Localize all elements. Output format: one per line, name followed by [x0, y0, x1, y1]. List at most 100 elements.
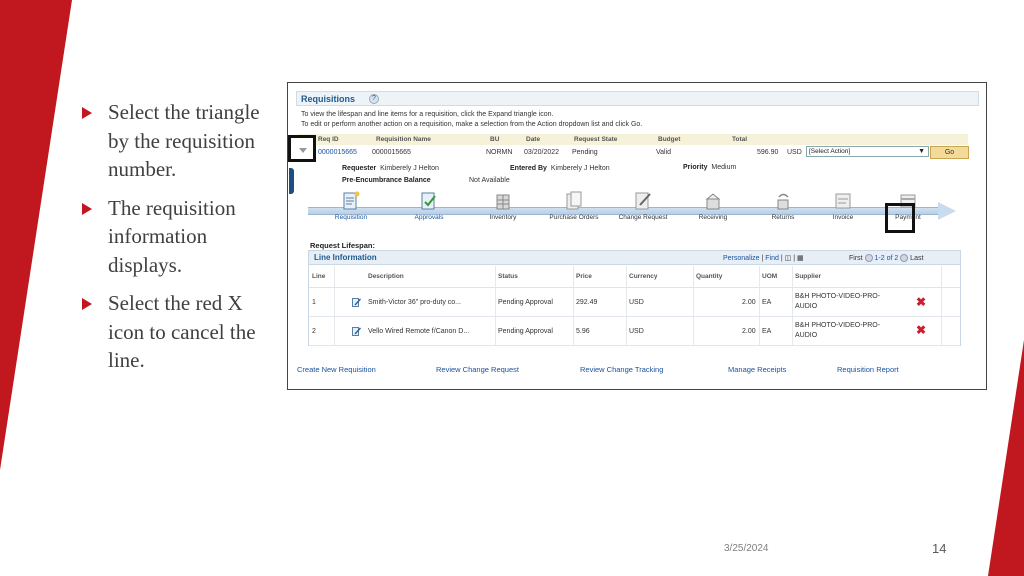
req-budget: Valid	[656, 149, 672, 156]
line-uom: EA	[762, 328, 772, 335]
col-header-name: Requisition Name	[376, 136, 431, 143]
review-change-request-link[interactable]: Review Change Request	[436, 365, 519, 374]
prev-page-icon[interactable]	[864, 254, 873, 262]
purchase-orders-icon	[566, 191, 582, 210]
entered-by-value: Kimberely J Helton	[550, 165, 610, 172]
stage-label: Change Request	[618, 214, 668, 221]
page-title: Requisitions	[301, 94, 356, 104]
bullet-item: The requisition information displays.	[80, 194, 280, 280]
bullet-arrow-icon	[82, 202, 92, 215]
req-name: 0000015665	[372, 149, 411, 156]
approvals-icon	[421, 192, 436, 210]
line-number: 1	[312, 299, 316, 306]
action-dropdown[interactable]: [Select Action] ▼	[806, 146, 929, 157]
line-number: 2	[312, 328, 316, 335]
view-all-icon[interactable]: ◫	[785, 255, 792, 262]
grid-pager: First 1-2 of 2 Last	[849, 254, 923, 262]
stage-label: Returns	[771, 214, 795, 221]
slide: Select the triangle by the requisition n…	[0, 0, 1024, 576]
priority-label: Priority	[683, 164, 708, 171]
help-icon[interactable]: ?	[369, 94, 379, 104]
grid-toolbar: Personalize | Find | ◫ | ▦	[723, 255, 804, 262]
line-status: Pending Approval	[498, 328, 553, 335]
stage-change-request: Change Request	[613, 191, 673, 222]
stage-requisition[interactable]: Requisition	[321, 191, 381, 222]
expand-triangle-highlight[interactable]	[288, 135, 316, 162]
side-collapse-tab[interactable]	[289, 168, 294, 194]
line-description-link[interactable]: Vello Wired Remote f/Canon D...	[368, 328, 469, 335]
cancel-line-highlight	[885, 203, 915, 233]
stage-invoice: Invoice	[813, 191, 873, 222]
create-new-requisition-link[interactable]: Create New Requisition	[297, 365, 376, 374]
line-currency: USD	[629, 299, 644, 306]
change-request-icon	[635, 192, 651, 210]
req-currency: USD	[787, 149, 802, 156]
bullet-item: Select the triangle by the requisition n…	[80, 98, 280, 184]
line-information-grid: Line Information Personalize | Find | ◫ …	[308, 250, 961, 346]
line-quantity: 2.00	[742, 299, 756, 306]
col-header-price: Price	[576, 273, 592, 280]
stage-receiving: Receiving	[683, 191, 743, 222]
table-row: 1 Smith-Victor 36" pro-duty co... Pendin…	[309, 288, 960, 317]
edit-line-icon[interactable]	[352, 298, 361, 307]
page-number: 14	[932, 541, 947, 556]
stage-returns: Returns	[753, 191, 813, 222]
requisition-icon	[343, 191, 360, 210]
bullet-text: Select the triangle by the requisition n…	[108, 100, 260, 181]
inventory-icon	[496, 194, 510, 210]
stage-label: Requisition	[334, 214, 368, 221]
cancel-line-icon[interactable]: ✖	[916, 324, 926, 336]
page-title-bar: Requisitions ?	[296, 91, 979, 106]
col-header-total: Total	[732, 136, 748, 143]
invoice-icon	[835, 193, 851, 209]
bullet-text: Select the red X icon to cancel the line…	[108, 291, 256, 372]
line-supplier: B&H PHOTO-VIDEO-PRO-	[795, 322, 881, 329]
lifespan-arrow-head	[938, 202, 956, 220]
table-row: 2 Vello Wired Remote f/Canon D... Pendin…	[309, 317, 960, 346]
line-quantity: 2.00	[742, 328, 756, 335]
requisition-header-row: Req ID Requisition Name BU Date Request …	[298, 134, 968, 145]
col-header-status: Status	[498, 273, 518, 280]
bullet-text: The requisition information displays.	[108, 195, 236, 277]
left-red-stripe	[0, 0, 72, 470]
download-icon[interactable]: ▦	[797, 255, 804, 262]
personalize-link[interactable]: Personalize	[723, 255, 760, 262]
req-state: Pending	[572, 149, 598, 156]
req-bu: NORMN	[486, 149, 513, 156]
expand-triangle-icon[interactable]	[299, 148, 307, 153]
bullet-arrow-icon	[82, 107, 92, 119]
action-dropdown-value: [Select Action]	[809, 148, 851, 155]
line-currency: USD	[629, 328, 644, 335]
edit-line-icon[interactable]	[352, 327, 361, 336]
pre-encumbrance-label: Pre-Encumbrance Balance	[342, 177, 431, 184]
manage-receipts-link[interactable]: Manage Receipts	[728, 365, 786, 374]
grid-title-bar: Line Information Personalize | Find | ◫ …	[309, 251, 960, 265]
col-header-line: Line	[312, 273, 326, 280]
col-header-budget: Budget	[658, 136, 681, 143]
instruction-text: To edit or perform another action on a r…	[301, 121, 643, 128]
req-id-link[interactable]: 0000015665	[318, 149, 357, 156]
stage-approvals[interactable]: Approvals	[399, 191, 459, 222]
col-header-date: Date	[526, 136, 541, 143]
line-description-link[interactable]: Smith-Victor 36" pro-duty co...	[368, 299, 461, 306]
line-price: 292.49	[576, 299, 598, 306]
first-label: First	[849, 254, 863, 262]
cancel-line-icon[interactable]: ✖	[916, 296, 926, 308]
requester-value: Kimberely J Helton	[380, 165, 439, 172]
col-header-supplier: Supplier	[795, 273, 822, 280]
req-total: 596.90	[757, 149, 779, 156]
col-header-state: Request State	[574, 136, 618, 143]
go-button[interactable]: Go	[930, 146, 969, 159]
next-page-icon[interactable]	[900, 254, 909, 262]
review-change-tracking-link[interactable]: Review Change Tracking	[580, 365, 663, 374]
footer-date: 3/25/2024	[724, 543, 769, 554]
find-link[interactable]: Find	[765, 255, 779, 262]
requisition-report-link[interactable]: Requisition Report	[837, 365, 899, 374]
priority-value: Medium	[711, 164, 737, 171]
entered-by-label: Entered By	[510, 165, 547, 172]
stage-label: Inventory	[489, 214, 517, 221]
stage-purchase-orders: Purchase Orders	[544, 191, 604, 222]
lifespan-title: Request Lifespan:	[310, 241, 376, 250]
line-price: 5.96	[576, 328, 590, 335]
receiving-icon	[705, 193, 721, 210]
